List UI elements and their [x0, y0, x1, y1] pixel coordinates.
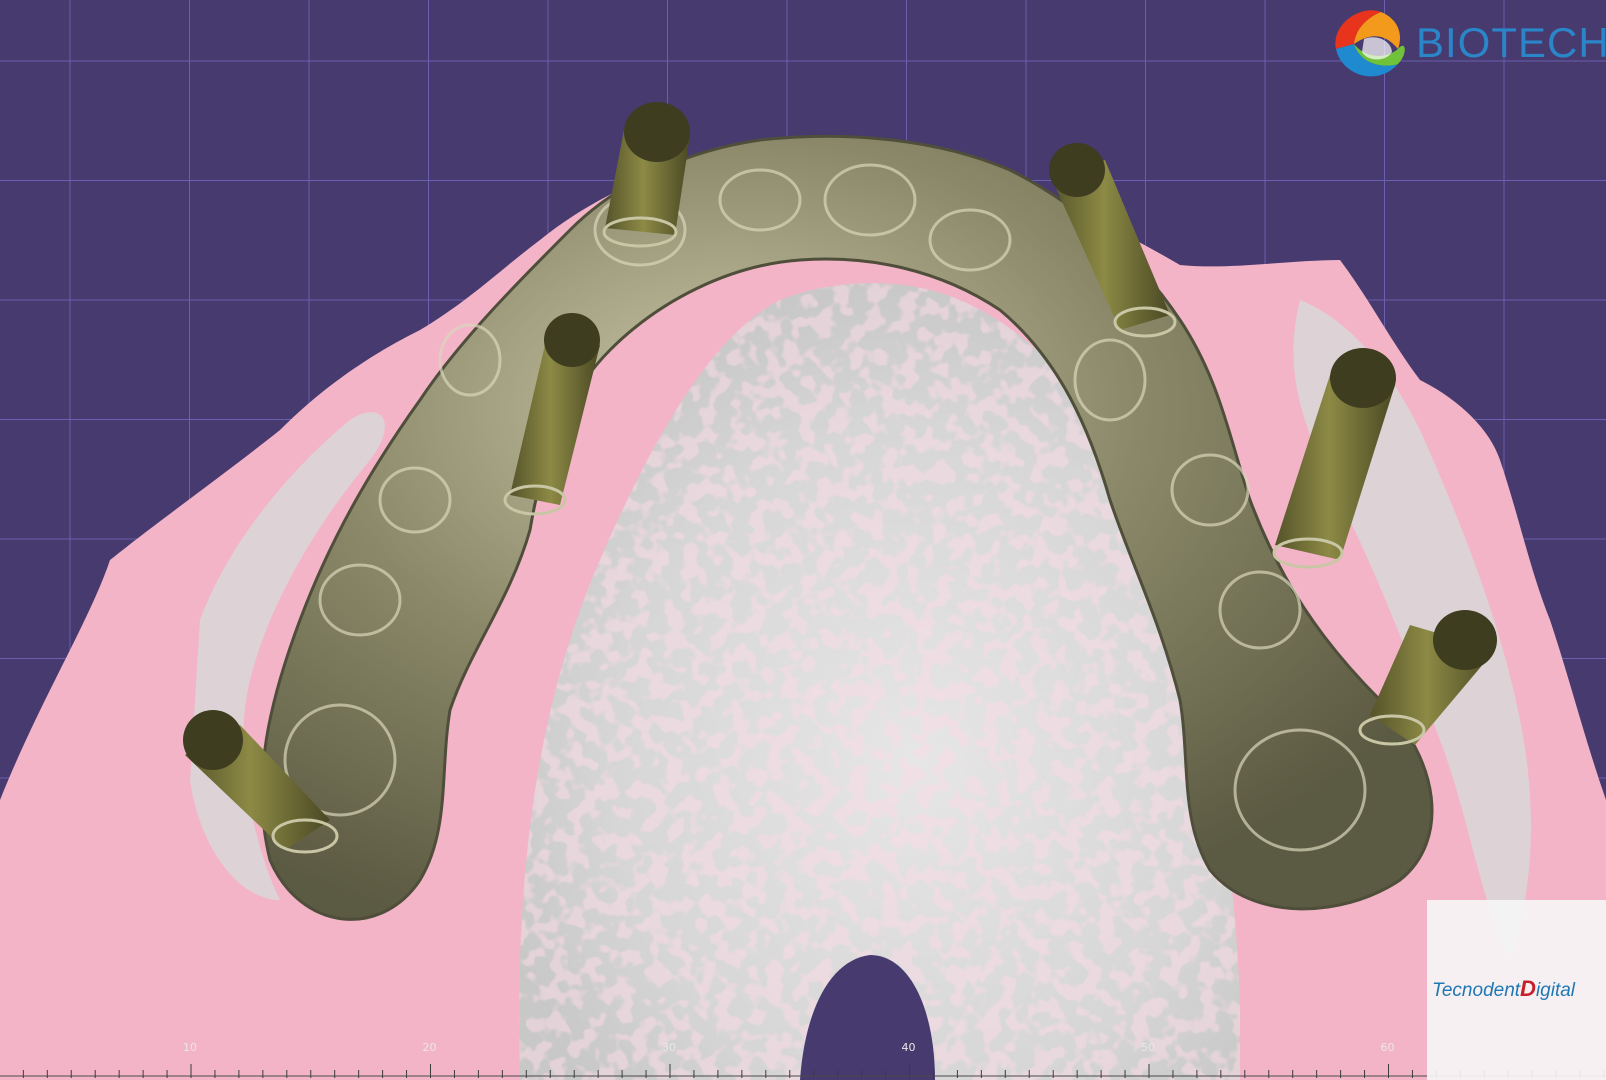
ruler-tick-label: 30	[662, 1041, 676, 1054]
biotech-logo: BIOTECH	[1316, 4, 1606, 84]
tecnodent-wordmark: TecnodentDigital	[1432, 976, 1575, 1002]
ruler-tick-label: 10	[183, 1041, 197, 1054]
digital-d-text: D	[1520, 976, 1536, 1001]
ruler-tick-label: 40	[901, 1041, 916, 1054]
tecnodent-digital-logo: TecnodentDigital	[1427, 900, 1606, 1080]
ruler-tick-label: 60	[1380, 1041, 1395, 1054]
digital-text: igital	[1535, 980, 1576, 1001]
tecnodent-text: Tecnodent	[1432, 980, 1521, 1001]
ruler-tick-label: 50	[1141, 1041, 1155, 1054]
3d-viewport[interactable]: 10 20 30 40 50 60	[0, 0, 1606, 1080]
bottom-ruler	[0, 1064, 1606, 1078]
biotech-wordmark: BIOTECH	[1416, 19, 1606, 66]
ruler-tick-label: 20	[422, 1041, 437, 1054]
biotech-swirl-icon	[1335, 10, 1405, 77]
